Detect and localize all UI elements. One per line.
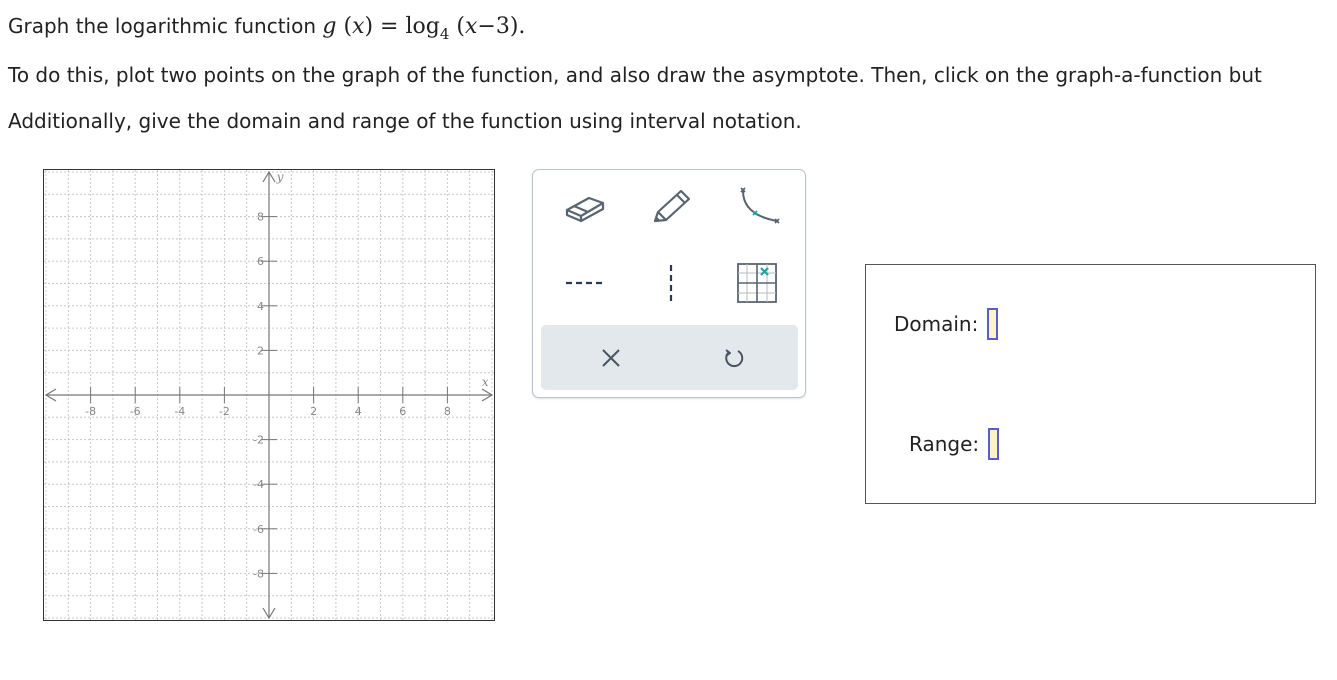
graph-function-icon xyxy=(737,263,777,303)
range-label: Range: xyxy=(909,432,980,456)
y-tick-label: -8 xyxy=(253,567,264,580)
undo-button[interactable] xyxy=(704,337,764,379)
clear-button[interactable] xyxy=(581,337,641,379)
x-tick-label: 4 xyxy=(355,405,362,418)
curve-points-tool-button[interactable] xyxy=(725,182,789,232)
range-input[interactable] xyxy=(988,428,1000,460)
x-tick-label: 2 xyxy=(310,405,317,418)
graph-function-tool-button[interactable] xyxy=(725,258,789,308)
x-axis-label: x xyxy=(482,375,489,389)
question-line-1: Graph the logarithmic function g (x) = l… xyxy=(8,14,525,43)
pencil-icon xyxy=(653,189,691,223)
x-tick-label: -6 xyxy=(130,405,141,418)
pencil-tool-button[interactable] xyxy=(639,182,703,232)
y-axis-label: y xyxy=(276,170,284,184)
x-tick-label: 6 xyxy=(399,405,406,418)
eraser-icon xyxy=(565,196,605,223)
y-tick-label: -2 xyxy=(253,434,264,447)
y-tick-label: 4 xyxy=(257,300,264,313)
coordinate-plane[interactable]: -8 -6 -4 -2 2 4 6 8 8 6 4 2 -2 -4 -6 -8 x y xyxy=(44,170,494,620)
function-expression: g (x) = log4 (x−3). xyxy=(322,14,526,43)
eraser-tool-button[interactable] xyxy=(553,182,617,232)
y-tick-label: -4 xyxy=(253,478,264,491)
graph-canvas[interactable]: -8 -6 -4 -2 2 4 6 8 8 6 4 2 -2 -4 -6 -8 x y xyxy=(43,169,495,621)
y-tick-label: 6 xyxy=(257,255,264,268)
question-prefix: Graph the logarithmic function xyxy=(8,14,323,38)
curve-points-icon xyxy=(740,187,780,224)
y-tick-label: -6 xyxy=(253,523,264,536)
dashed-line-icon xyxy=(566,281,604,285)
x-tick-label: 8 xyxy=(444,405,451,418)
dashed-line-tool-button[interactable] xyxy=(553,258,617,308)
range-row: Range: xyxy=(909,428,1000,460)
question-line-3: Additionally, give the domain and range … xyxy=(8,109,802,133)
y-tick-label: 8 xyxy=(257,211,264,224)
question-line-2: To do this, plot two points on the graph… xyxy=(8,63,1262,87)
vertical-dashed-line-tool-button[interactable] xyxy=(639,258,703,308)
log-base: 4 xyxy=(439,25,450,43)
domain-input[interactable] xyxy=(987,308,999,340)
action-bar xyxy=(541,325,798,390)
answer-panel: Domain: Range: xyxy=(865,264,1316,504)
x-icon xyxy=(602,349,620,367)
x-tick-label: -4 xyxy=(174,405,185,418)
domain-row: Domain: xyxy=(894,308,999,340)
domain-label: Domain: xyxy=(894,312,979,336)
undo-icon xyxy=(725,349,744,368)
graph-toolbox xyxy=(532,169,806,398)
x-tick-label: -2 xyxy=(219,405,230,418)
y-tick-label: 2 xyxy=(257,344,264,357)
vertical-dashed-line-icon xyxy=(669,265,673,301)
x-tick-label: -8 xyxy=(85,405,96,418)
